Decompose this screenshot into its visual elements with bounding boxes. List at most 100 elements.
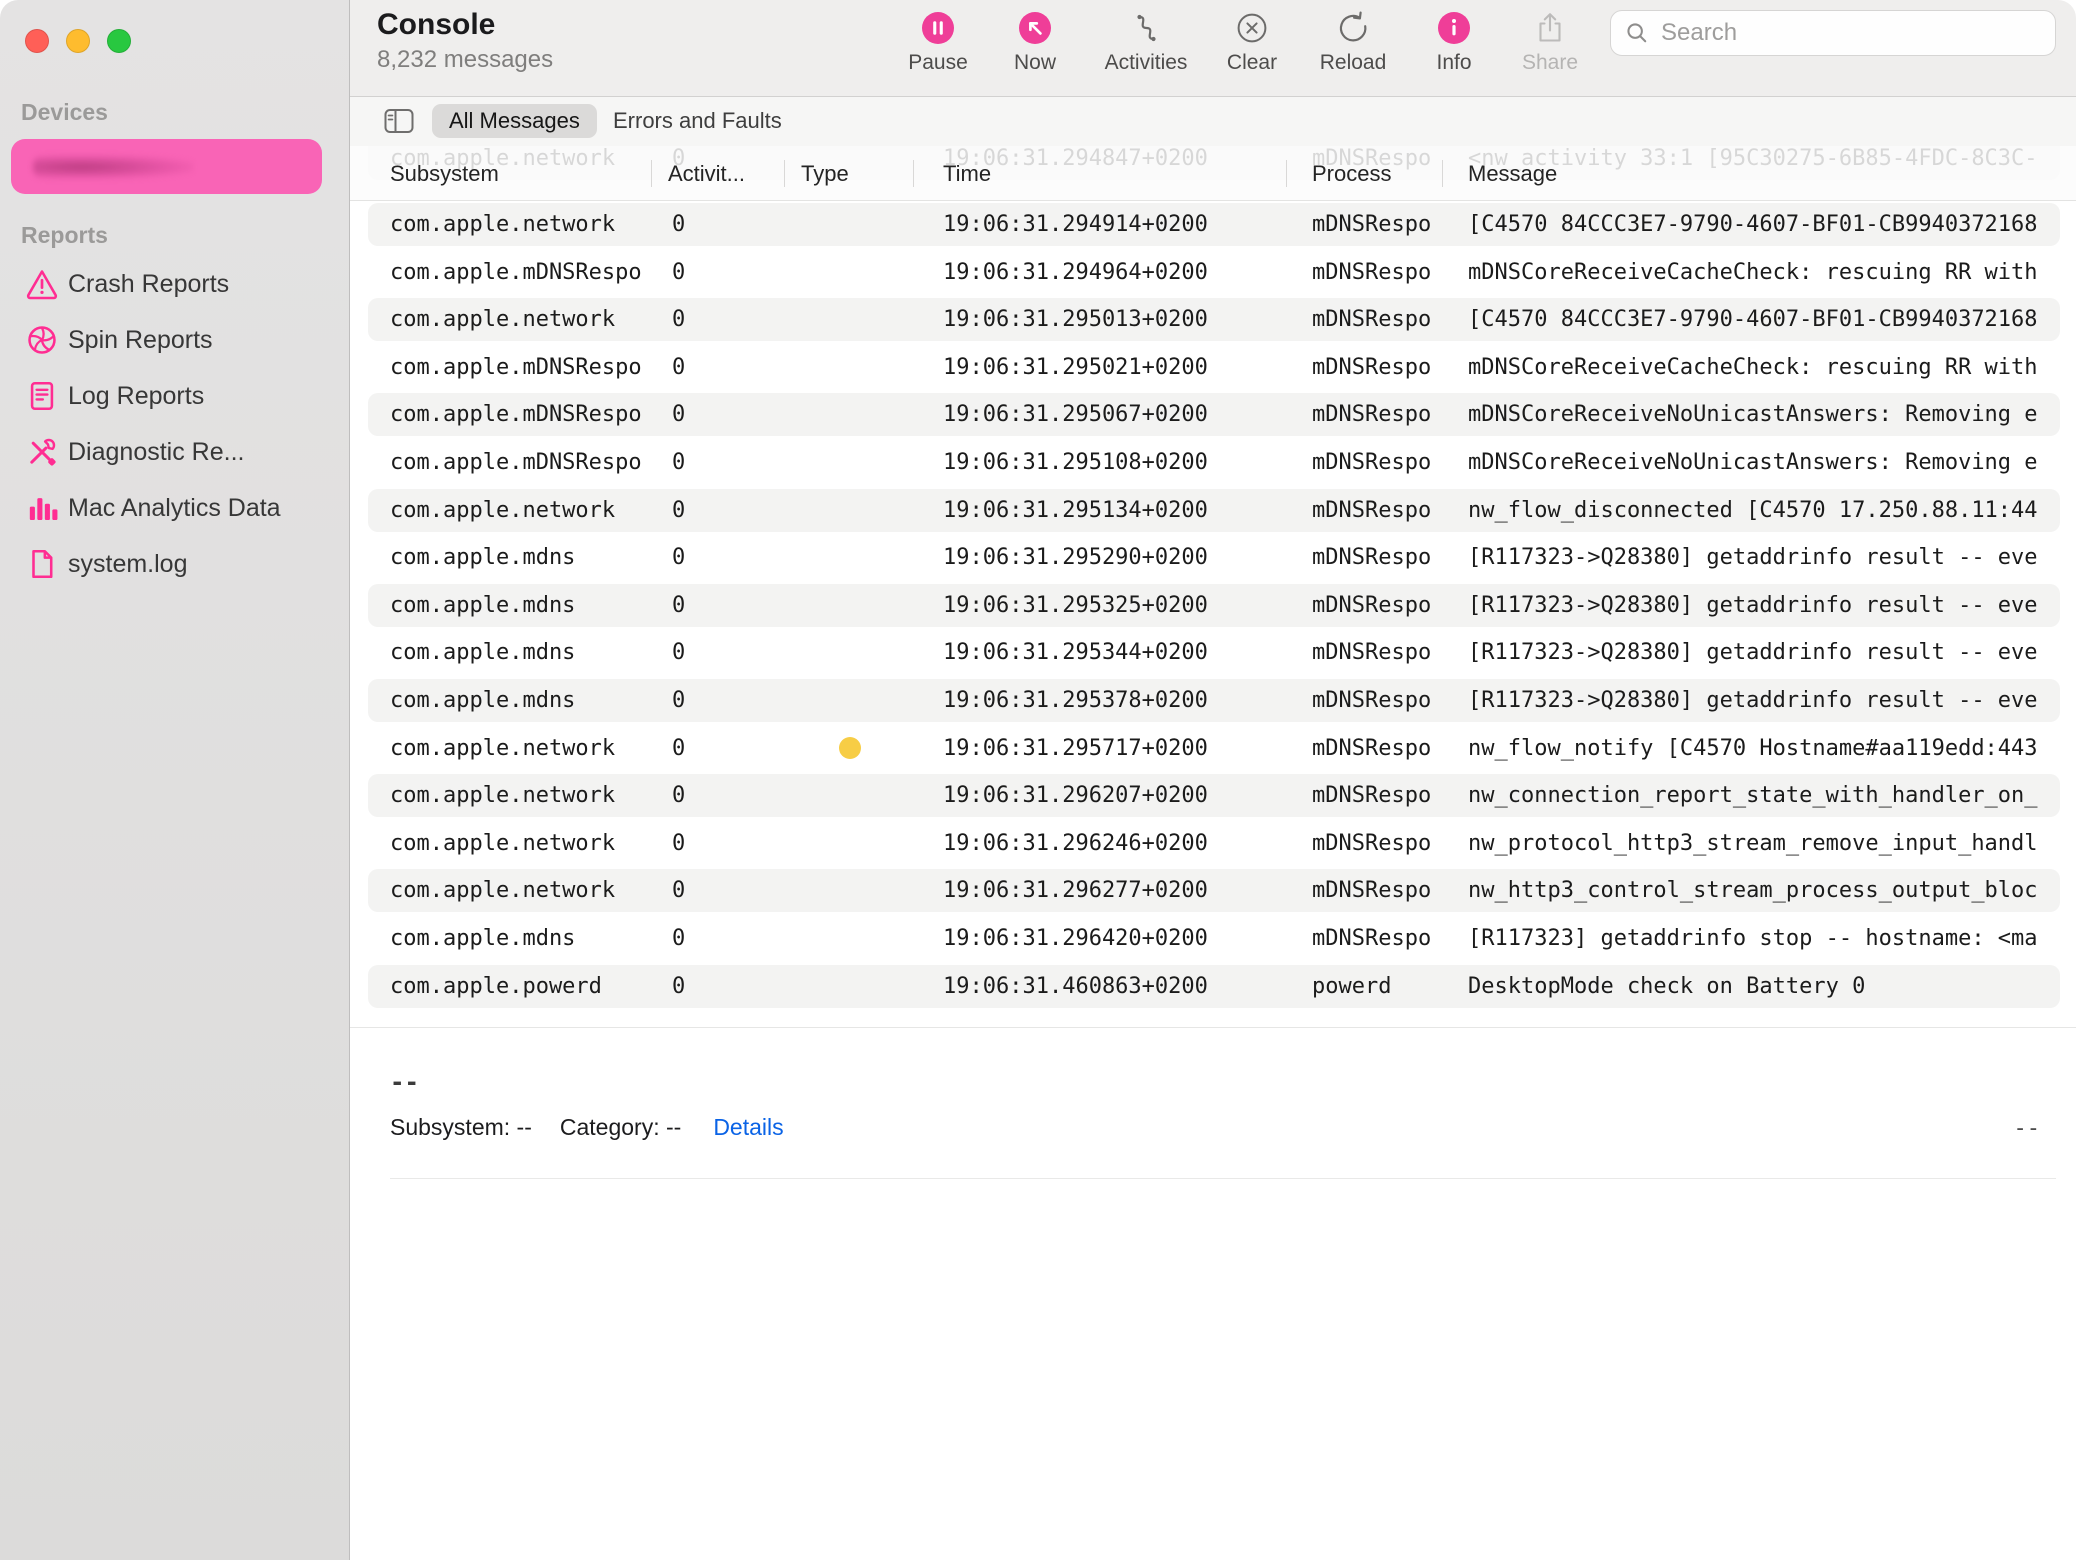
column-header-type[interactable]: Type xyxy=(801,161,849,187)
tab-all-messages[interactable]: All Messages xyxy=(432,104,597,138)
column-header-subsystem[interactable]: Subsystem xyxy=(390,161,499,187)
table-row[interactable]: com.apple.mDNSResponder 0 19:06:31.29496… xyxy=(350,249,2076,297)
detail-category-value: -- xyxy=(666,1114,681,1140)
window-controls xyxy=(25,29,131,53)
activities-icon xyxy=(1128,10,1164,46)
console-window: Devices Reports Crash Reports Spin Repor… xyxy=(0,0,2076,1560)
table-row[interactable]: com.apple.mDNSResponder 0 19:06:31.29502… xyxy=(350,344,2076,392)
detail-subsystem: Subsystem: -- xyxy=(390,1114,532,1141)
sidebar-item-system-log[interactable]: system.log xyxy=(0,536,349,592)
row-process: mDNSResponder xyxy=(1312,355,1432,380)
row-subsystem: com.apple.network xyxy=(390,878,642,903)
column-divider[interactable] xyxy=(1442,160,1443,187)
toolbar-button-label: Activities xyxy=(1105,51,1188,75)
window-title: Console xyxy=(377,8,495,42)
table-row[interactable]: com.apple.network 0 19:06:31.296277+0200… xyxy=(350,867,2076,915)
table-row[interactable]: com.apple.mdns 0 19:06:31.295344+0200 mD… xyxy=(350,629,2076,677)
column-divider[interactable] xyxy=(651,160,652,187)
pause-icon xyxy=(920,10,956,46)
row-message: [C4570 84CCC3E7-9790-4607-BF01-CB9940372… xyxy=(1468,212,2054,237)
row-time: 19:06:31.295378+0200 xyxy=(943,688,1243,713)
table-row[interactable]: com.apple.mdns 0 19:06:31.295325+0200 mD… xyxy=(350,582,2076,630)
row-subsystem: com.apple.mDNSResponder xyxy=(390,402,642,427)
row-time: 19:06:31.295344+0200 xyxy=(943,640,1243,665)
share-icon xyxy=(1532,10,1568,46)
table-row[interactable]: com.apple.mDNSResponder 0 19:06:31.29506… xyxy=(350,391,2076,439)
row-message: nw_http3_control_stream_process_output_b… xyxy=(1468,878,2054,903)
column-header-time[interactable]: Time xyxy=(943,161,991,187)
sidebar-item-diagnostic-re[interactable]: Diagnostic Re... xyxy=(0,424,349,480)
row-process: mDNSResponder xyxy=(1312,260,1432,285)
share-button[interactable]: Share xyxy=(1485,10,1615,75)
row-subsystem: com.apple.network xyxy=(390,307,642,332)
search-icon xyxy=(1624,20,1650,46)
detail-category-label: Category: xyxy=(560,1114,660,1140)
row-message: nw_flow_disconnected [C4570 17.250.88.11… xyxy=(1468,498,2054,523)
table-row[interactable]: com.apple.network 0 19:06:31.295717+0200… xyxy=(350,725,2076,773)
table-row[interactable]: com.apple.powerd 0 19:06:31.460863+0200 … xyxy=(350,963,2076,1011)
reload-icon xyxy=(1335,10,1371,46)
sidebar-item-label: Mac Analytics Data xyxy=(68,494,281,523)
sidebar: Devices Reports Crash Reports Spin Repor… xyxy=(0,0,350,1560)
column-divider[interactable] xyxy=(1286,160,1287,187)
sidebar-item-label: Log Reports xyxy=(68,382,204,411)
column-header-message[interactable]: Message xyxy=(1468,161,1557,187)
row-subsystem: com.apple.mDNSResponder xyxy=(390,260,642,285)
table-row[interactable]: com.apple.mdns 0 19:06:31.295378+0200 mD… xyxy=(350,677,2076,725)
row-process: mDNSResponder xyxy=(1312,450,1432,475)
row-time: 19:06:31.295717+0200 xyxy=(943,736,1243,761)
sidebar-toggle-icon[interactable] xyxy=(384,108,414,134)
details-link[interactable]: Details xyxy=(713,1114,783,1141)
table-row[interactable]: com.apple.network 0 19:06:31.296246+0200… xyxy=(350,820,2076,868)
row-activity: 0 xyxy=(672,498,762,523)
row-activity: 0 xyxy=(672,783,762,808)
row-subsystem: com.apple.mDNSResponder xyxy=(390,355,642,380)
column-header-activity[interactable]: Activit... xyxy=(668,161,745,187)
tab-errors-and-faults[interactable]: Errors and Faults xyxy=(613,104,782,138)
table-row[interactable]: com.apple.network 0 19:06:31.295013+0200… xyxy=(350,296,2076,344)
sidebar-section-devices: Devices xyxy=(21,99,108,126)
sidebar-item-spin-reports[interactable]: Spin Reports xyxy=(0,312,349,368)
table-row[interactable]: com.apple.mdns 0 19:06:31.296420+0200 mD… xyxy=(350,915,2076,963)
row-time: 19:06:31.296277+0200 xyxy=(943,878,1243,903)
row-time: 19:06:31.295021+0200 xyxy=(943,355,1243,380)
detail-subsystem-value: -- xyxy=(517,1114,532,1140)
detail-message-preview: -- xyxy=(390,1068,419,1096)
search-input[interactable] xyxy=(1659,18,2023,48)
row-activity: 0 xyxy=(672,260,762,285)
sidebar-item-label: Spin Reports xyxy=(68,326,213,355)
table-row[interactable]: com.apple.mDNSResponder 0 19:06:31.29510… xyxy=(350,439,2076,487)
row-subsystem: com.apple.mdns xyxy=(390,593,642,618)
warning-triangle-icon xyxy=(25,267,59,301)
zoom-window-button[interactable] xyxy=(107,29,131,53)
table-row[interactable]: com.apple.network 0 19:06:31.294914+0200… xyxy=(350,201,2076,249)
sidebar-item-crash-reports[interactable]: Crash Reports xyxy=(0,256,349,312)
log-document-icon xyxy=(25,379,59,413)
table-row[interactable]: com.apple.network 0 19:06:31.296207+0200… xyxy=(350,772,2076,820)
log-table: com.apple.network 0 19:06:31.294847+0200… xyxy=(350,146,2076,1027)
row-process: mDNSResponder xyxy=(1312,307,1432,332)
row-message: nw_flow_notify [C4570 Hostname#aa119edd:… xyxy=(1468,736,2054,761)
row-message: [R117323->Q28380] getaddrinfo result -- … xyxy=(1468,688,2054,713)
search-field[interactable] xyxy=(1610,10,2056,56)
row-message: [C4570 84CCC3E7-9790-4607-BF01-CB9940372… xyxy=(1468,307,2054,332)
row-message: nw_protocol_http3_stream_remove_input_ha… xyxy=(1468,831,2054,856)
detail-meta: Subsystem: -- Category: -- Details xyxy=(390,1114,784,1141)
sidebar-item-log-reports[interactable]: Log Reports xyxy=(0,368,349,424)
column-divider[interactable] xyxy=(784,160,785,187)
table-row[interactable]: com.apple.mdns 0 19:06:31.295290+0200 mD… xyxy=(350,534,2076,582)
row-activity: 0 xyxy=(672,878,762,903)
row-message: [R117323->Q28380] getaddrinfo result -- … xyxy=(1468,545,2054,570)
column-divider[interactable] xyxy=(913,160,914,187)
sidebar-item-device-selected[interactable] xyxy=(11,139,322,194)
row-activity: 0 xyxy=(672,402,762,427)
row-subsystem: com.apple.network xyxy=(390,498,642,523)
close-window-button[interactable] xyxy=(25,29,49,53)
table-row[interactable]: com.apple.network 0 19:06:31.295134+0200… xyxy=(350,487,2076,535)
sidebar-item-mac-analytics-data[interactable]: Mac Analytics Data xyxy=(0,480,349,536)
minimize-window-button[interactable] xyxy=(66,29,90,53)
row-time: 19:06:31.295290+0200 xyxy=(943,545,1243,570)
column-header-process[interactable]: Process xyxy=(1312,161,1391,187)
message-count: 8,232 messages xyxy=(377,46,553,74)
row-message: mDNSCoreReceiveNoUnicastAnswers: Removin… xyxy=(1468,402,2054,427)
